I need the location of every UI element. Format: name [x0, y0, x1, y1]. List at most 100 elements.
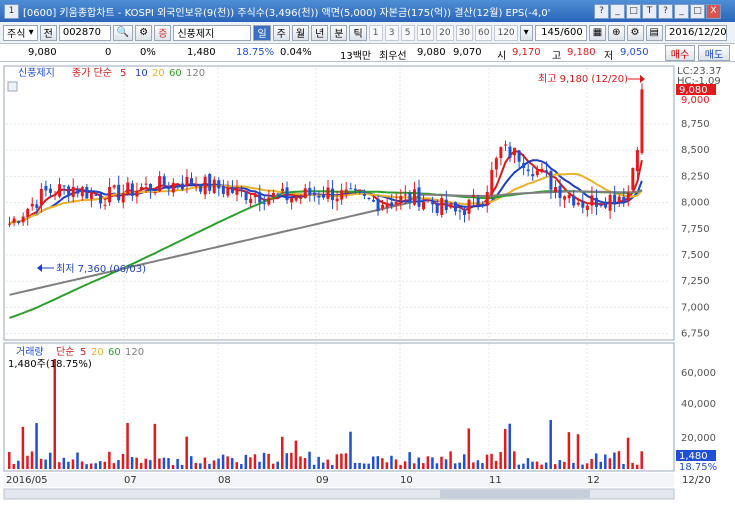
tab-year[interactable]: 년	[311, 24, 329, 41]
candle-body	[58, 184, 62, 197]
stock-name-field[interactable]: 신풍제지	[173, 24, 252, 41]
candle-body	[112, 185, 116, 188]
volume-bar	[326, 459, 329, 469]
candle-body	[258, 192, 262, 203]
volume-bar	[258, 461, 261, 469]
tab-minute[interactable]: 분	[330, 24, 348, 41]
volume-bar	[431, 457, 434, 469]
pin-icon[interactable]: T	[642, 3, 657, 19]
candle-body	[221, 186, 225, 194]
gear-icon[interactable]: ⚙	[135, 24, 153, 41]
candle-body	[440, 197, 444, 215]
maximize-button[interactable]: □	[690, 3, 705, 19]
zoom-icon[interactable]: ⊕	[608, 24, 625, 41]
scrollbar-thumb[interactable]	[440, 490, 590, 498]
minimize-button-2[interactable]: _	[674, 3, 689, 19]
sell-button[interactable]: 매도	[698, 45, 730, 61]
count-field[interactable]: 145/600	[534, 24, 587, 41]
volume-bar	[303, 458, 307, 469]
candle-body	[385, 203, 389, 208]
candle-body	[290, 197, 294, 203]
volume-bar	[417, 457, 420, 469]
volume-bar	[585, 463, 589, 469]
help-icon-2[interactable]: ?	[658, 3, 673, 19]
volume-bar	[149, 460, 152, 469]
window-title: [0600] 키움종합차트 - KOSPI 외국인보유(9(천)) 주식수(3,…	[23, 7, 551, 19]
volume-bar	[176, 458, 179, 469]
calendar-icon[interactable]: ▤	[645, 24, 663, 41]
candle-body	[576, 202, 580, 205]
volume-bar	[167, 458, 170, 469]
interval-1[interactable]: 1	[368, 24, 383, 41]
candle-body	[472, 195, 476, 197]
interval-120[interactable]: 120	[494, 24, 518, 41]
interval-10[interactable]: 10	[416, 24, 435, 41]
x-label-10: 10	[400, 475, 413, 486]
volume-bar	[67, 461, 70, 469]
volume-bar	[53, 359, 56, 469]
candle-body	[358, 191, 362, 193]
volume-bar	[581, 464, 584, 469]
volume-bar	[590, 458, 593, 469]
vol-tick-60000: 60,000	[681, 368, 716, 379]
chevron-down-icon[interactable]: ▾	[519, 24, 533, 41]
tab-day[interactable]: 일	[253, 24, 271, 41]
volume-bar	[563, 461, 566, 469]
minimize-button[interactable]: _	[610, 3, 625, 19]
interval-60[interactable]: 60	[475, 24, 493, 41]
candle-body	[276, 193, 280, 195]
volume-bar	[626, 437, 630, 469]
volume-bar	[285, 453, 289, 469]
candle-body	[599, 205, 603, 207]
buy-button[interactable]: 매수	[665, 45, 695, 61]
panel-menu-icon[interactable]	[7, 81, 18, 92]
interval-5[interactable]: 5	[400, 24, 415, 41]
candle-body	[80, 187, 84, 197]
volume-bar	[39, 458, 43, 469]
candle-body	[458, 210, 462, 212]
restore-button[interactable]: □	[626, 3, 641, 19]
interval-20[interactable]: 20	[436, 24, 454, 41]
stock-chart[interactable]: 신풍제지 종가 단순 5 10 20 60 120 LC:23.37 HC:-1…	[0, 62, 735, 503]
chart-area[interactable]: 신풍제지 종가 단순 5 10 20 60 120 LC:23.37 HC:-1…	[0, 62, 735, 503]
candle-body	[417, 187, 421, 207]
stock-type-icon: 증	[154, 24, 172, 41]
volume-bar	[472, 462, 475, 469]
volume-title[interactable]: 거래량	[16, 346, 44, 358]
candle-body	[176, 185, 180, 187]
candle-body	[522, 162, 526, 169]
volume-bar	[44, 459, 47, 469]
volume-bar	[80, 461, 84, 469]
candle-body	[326, 187, 330, 199]
chart-type-icon[interactable]: ▦	[588, 24, 607, 41]
interval-30[interactable]: 30	[455, 24, 474, 41]
help-icon[interactable]: ?	[594, 3, 609, 19]
candle-body	[299, 196, 303, 199]
volume-bar	[422, 463, 425, 469]
volume-bar	[535, 461, 539, 469]
stock-code-input[interactable]: 002870	[58, 24, 111, 41]
settings-icon[interactable]: ⚙	[626, 24, 644, 41]
search-icon[interactable]: 🔍	[112, 24, 134, 41]
volume-bar	[317, 456, 320, 469]
candle-body	[449, 204, 453, 208]
candle-body	[12, 218, 16, 223]
close-button[interactable]: X	[706, 3, 721, 19]
volume-bar	[381, 458, 384, 469]
scope-button[interactable]: 전	[39, 24, 57, 41]
volume-bar	[17, 460, 20, 469]
price-panel-name[interactable]: 신풍제지	[18, 67, 55, 79]
candle-body	[349, 188, 353, 190]
tab-week[interactable]: 주	[272, 24, 290, 41]
candle-body	[194, 185, 198, 187]
volume-bar	[199, 463, 202, 469]
date-field[interactable]: 2016/12/20	[664, 24, 727, 41]
interval-3[interactable]: 3	[384, 24, 399, 41]
market-select[interactable]: 주식 ▾	[3, 24, 38, 41]
candle-body	[190, 178, 193, 185]
volume-bar	[349, 431, 352, 469]
tab-month[interactable]: 월	[291, 24, 310, 41]
volume-bar	[599, 461, 602, 469]
candle-body	[149, 184, 153, 191]
tab-tick[interactable]: 틱	[349, 24, 367, 41]
